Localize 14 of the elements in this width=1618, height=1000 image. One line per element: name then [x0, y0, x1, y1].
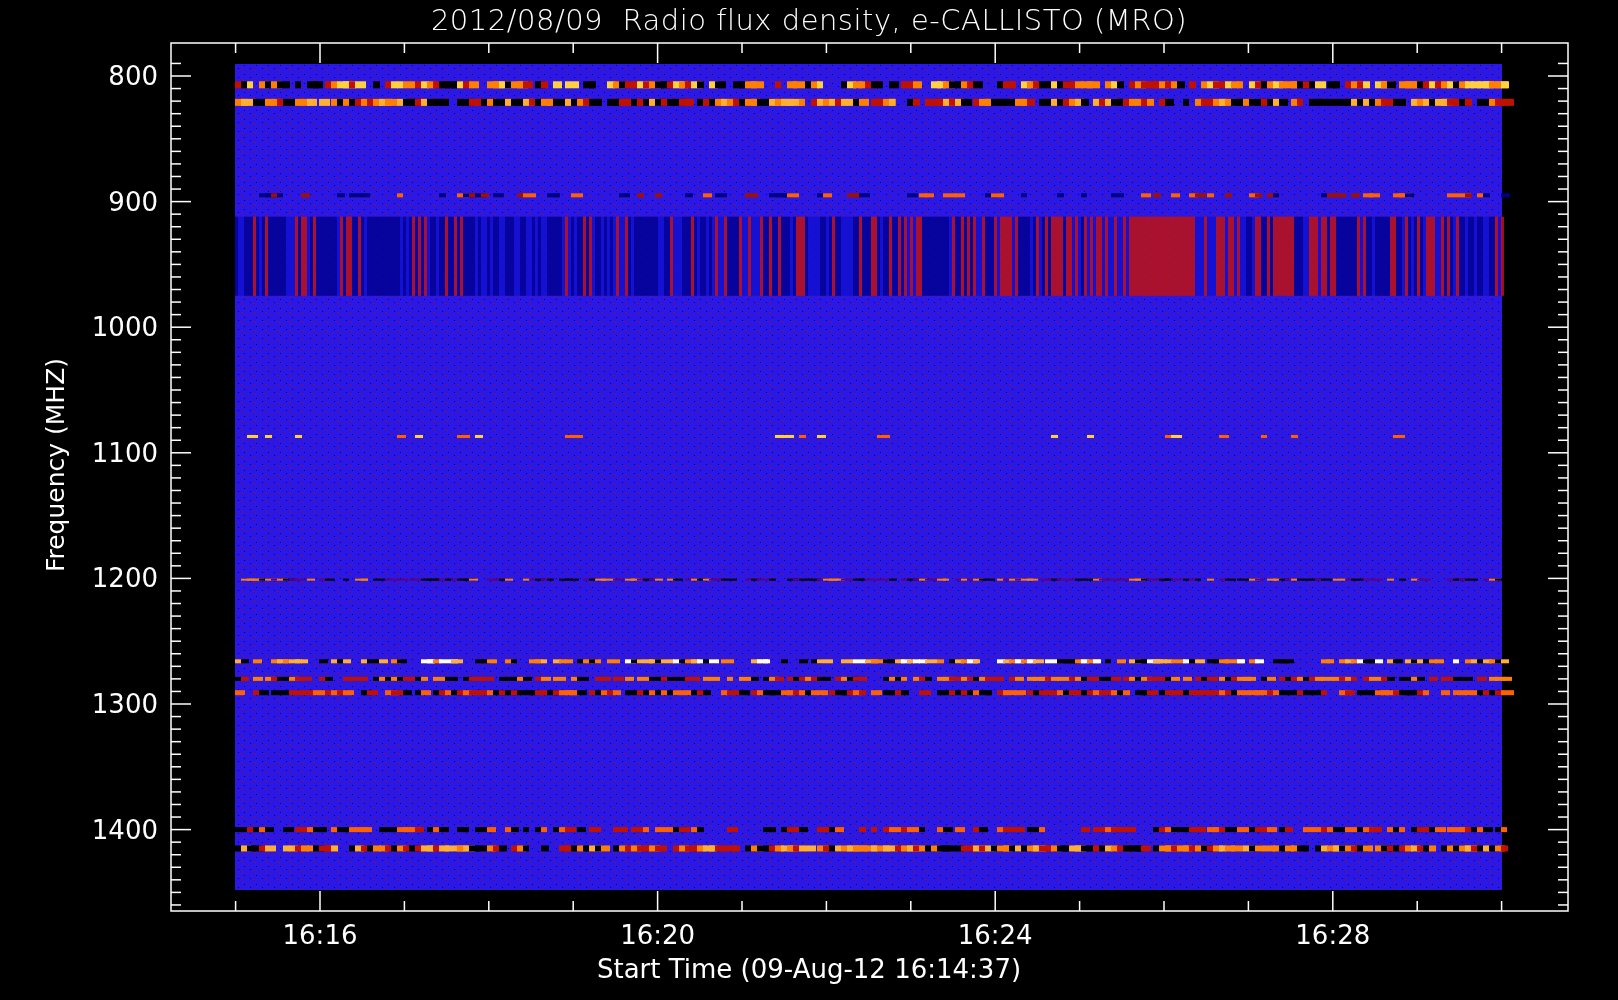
y-tick-label: 1000	[91, 312, 158, 343]
x-tick-label: 16:24	[957, 920, 1033, 950]
y-tick-label: 900	[108, 186, 158, 217]
x-tick-label: 16:20	[620, 920, 696, 950]
x-tick-label: 16:28	[1295, 920, 1371, 950]
x-tick-label: 16:16	[282, 920, 358, 950]
y-tick-label: 1200	[91, 563, 158, 594]
y-axis-label: Frequency (MHZ)	[41, 357, 70, 573]
chart-title: 2012/08/09 Radio flux density, e-CALLISTO (MRO)	[430, 2, 1188, 39]
y-tick-label: 1400	[91, 814, 158, 845]
y-tick-label: 1300	[91, 689, 158, 719]
y-tick-label: 1100	[91, 437, 158, 468]
x-axis-label: Start Time (09-Aug-12 16:14:37)	[596, 954, 1022, 984]
y-tick-label: 800	[108, 61, 158, 91]
